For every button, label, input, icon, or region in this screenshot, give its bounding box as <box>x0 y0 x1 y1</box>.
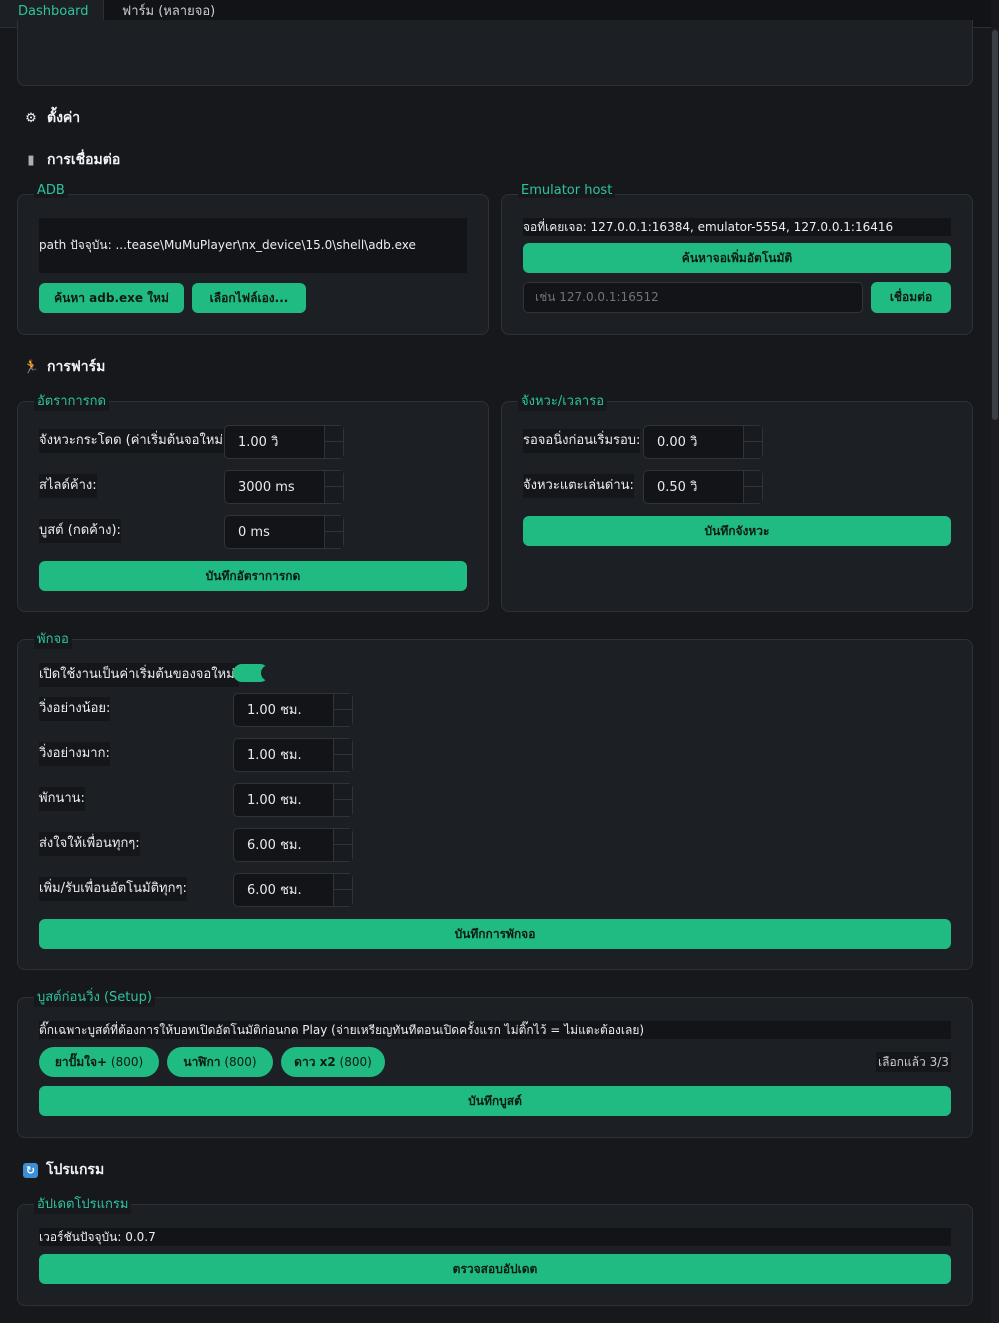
save-rest-button[interactable]: บันทึกการพักจอ <box>39 919 951 949</box>
settings-title: ตั้งค่า <box>47 110 81 126</box>
hearts-value: 6.00 ชม. <box>247 838 302 853</box>
farm-heading: 🏃 การฟาร์ม <box>23 356 105 378</box>
friends-spinbox[interactable]: 6.00 ชม. <box>233 873 353 907</box>
gear-icon: ⚙ <box>25 110 37 126</box>
wait-arrows[interactable] <box>743 426 762 458</box>
friends-label: เพิ่ม/รับเพื่อนอัตโนมัติทุกๆ: <box>39 877 187 901</box>
connect-button[interactable]: เชื่อมต่อ <box>871 282 951 313</box>
save-press-rate-button[interactable]: บันทึกอัตราการกด <box>39 561 467 591</box>
rest-duration-label: พักนาน: <box>39 787 85 811</box>
max-run-value: 1.00 ชม. <box>247 748 302 763</box>
wait-label: รอจอนิ่งก่อนเริ่มรอบ: <box>523 429 641 453</box>
update-legend: อัปเดตโปรแกรม <box>34 1193 132 1214</box>
slide-label: สไลด์ค้าง: <box>39 474 97 498</box>
slide-spinbox[interactable]: 3000 ms <box>224 470 344 504</box>
jump-spinbox[interactable]: 1.00 วิ <box>224 425 344 459</box>
min-run-value: 1.00 ชม. <box>247 703 302 718</box>
min-run-arrows[interactable] <box>333 694 352 726</box>
slide-arrows[interactable] <box>324 471 343 503</box>
min-run-label: วิ่งอย่างน้อย: <box>39 697 111 721</box>
scrollbar-thumb[interactable] <box>992 30 998 420</box>
farm-title: การฟาร์ม <box>47 359 106 375</box>
runner-icon: 🏃 <box>23 359 40 375</box>
boost-hold-arrows[interactable] <box>324 516 343 548</box>
boost-item-clock-name: นาฬิกา <box>183 1055 221 1069</box>
boost-hold-label: บูสต์ (กดค้าง): <box>39 519 121 543</box>
connection-heading: ▮ การเชื่อมต่อ <box>23 149 120 171</box>
jump-arrows[interactable] <box>324 426 343 458</box>
timing-legend: จังหวะ/เวลารอ <box>518 390 607 411</box>
slide-value: 3000 ms <box>238 480 295 495</box>
boost-description: ติ๊กเฉพาะบูสต์ที่ต้องการให้บอทเปิดอัตโนม… <box>39 1021 951 1039</box>
program-heading: ↻ โปรแกรม <box>23 1159 104 1181</box>
tap-spinbox[interactable]: 0.50 วิ <box>643 470 763 504</box>
max-run-arrows[interactable] <box>333 739 352 771</box>
hearts-spinbox[interactable]: 6.00 ชม. <box>233 828 353 862</box>
boost-item-clock-cost: (800) <box>224 1055 257 1069</box>
save-boost-button[interactable]: บันทึกบูสต์ <box>39 1086 951 1116</box>
rest-duration-arrows[interactable] <box>333 784 352 816</box>
max-run-label: วิ่งอย่างมาก: <box>39 742 110 766</box>
friends-arrows[interactable] <box>333 874 352 906</box>
max-run-spinbox[interactable]: 1.00 ชม. <box>233 738 353 772</box>
emulator-found-text: จอที่เคยเจอ: 127.0.0.1:16384, emulator-5… <box>523 218 951 236</box>
adb-legend: ADB <box>34 183 68 198</box>
rest-duration-spinbox[interactable]: 1.00 ชม. <box>233 783 353 817</box>
jump-value: 1.00 วิ <box>238 435 279 450</box>
rest-legend: พักจอ <box>34 628 72 649</box>
boost-item-star-name: ดาว x2 <box>294 1055 336 1069</box>
tap-arrows[interactable] <box>743 471 762 503</box>
min-run-spinbox[interactable]: 1.00 ชม. <box>233 693 353 727</box>
check-update-button[interactable]: ตรวจสอบอัปเดต <box>39 1254 951 1284</box>
top-panel <box>17 20 973 86</box>
program-title: โปรแกรม <box>46 1162 105 1178</box>
jump-label: จังหวะกระโดด (ค่าเริ่มต้นจอใหม่): <box>39 429 233 453</box>
version-text: เวอร์ชันปัจจุบัน: 0.0.7 <box>39 1228 951 1246</box>
boost-item-heart-name: ยาปั๊มใจ+ <box>54 1055 108 1069</box>
wait-spinbox[interactable]: 0.00 วิ <box>643 425 763 459</box>
save-timing-button[interactable]: บันทึกจังหวะ <box>523 516 951 546</box>
tap-value: 0.50 วิ <box>657 480 698 495</box>
emulator-host-input[interactable]: เช่น 127.0.0.1:16512 <box>523 282 863 313</box>
boost-item-star-cost: (800) <box>339 1055 372 1069</box>
boost-legend: บูสต์ก่อนวิ่ง (Setup) <box>34 986 155 1007</box>
boost-item-heart-cost: (800) <box>110 1055 144 1069</box>
find-adb-button[interactable]: ค้นหา adb.exe ใหม่ <box>39 283 184 313</box>
boost-group <box>17 997 973 1138</box>
boost-hold-spinbox[interactable]: 0 ms <box>224 515 344 549</box>
refresh-icon: ↻ <box>23 1162 38 1178</box>
boost-item-star[interactable]: ดาว x2 (800) <box>281 1047 385 1077</box>
adb-path-text: path ปัจจุบัน: ...tease\MuMuPlayer\nx_de… <box>39 218 467 273</box>
tap-label: จังหวะแตะเล่นด่าน: <box>523 474 634 498</box>
plug-icon: ▮ <box>27 152 35 168</box>
friends-value: 6.00 ชม. <box>247 883 302 898</box>
wait-value: 0.00 วิ <box>657 435 698 450</box>
auto-find-button[interactable]: ค้นหาจอเพิ่มอัตโนมัติ <box>523 243 951 273</box>
rest-enable-label: เปิดใช้งานเป็นค่าเริ่มต้นของจอใหม่: <box>39 663 240 687</box>
emulator-legend: Emulator host <box>518 183 616 198</box>
settings-heading: ⚙ ตั้งค่า <box>23 107 80 129</box>
connection-title: การเชื่อมต่อ <box>47 152 121 168</box>
boost-item-heart[interactable]: ยาปั๊มใจ+ (800) <box>39 1047 159 1077</box>
boost-hold-value: 0 ms <box>238 525 270 540</box>
boost-selected-count: เลือกแล้ว 3/3 <box>876 1052 951 1072</box>
hearts-label: ส่งใจให้เพื่อนทุกๆ: <box>39 832 140 856</box>
rest-duration-value: 1.00 ชม. <box>247 793 302 808</box>
hearts-arrows[interactable] <box>333 829 352 861</box>
rest-enable-toggle[interactable] <box>233 664 277 682</box>
press-rate-legend: อัตราการกด <box>34 390 109 411</box>
boost-item-clock[interactable]: นาฬิกา (800) <box>167 1047 273 1077</box>
choose-file-button[interactable]: เลือกไฟล์เอง... <box>192 283 306 313</box>
